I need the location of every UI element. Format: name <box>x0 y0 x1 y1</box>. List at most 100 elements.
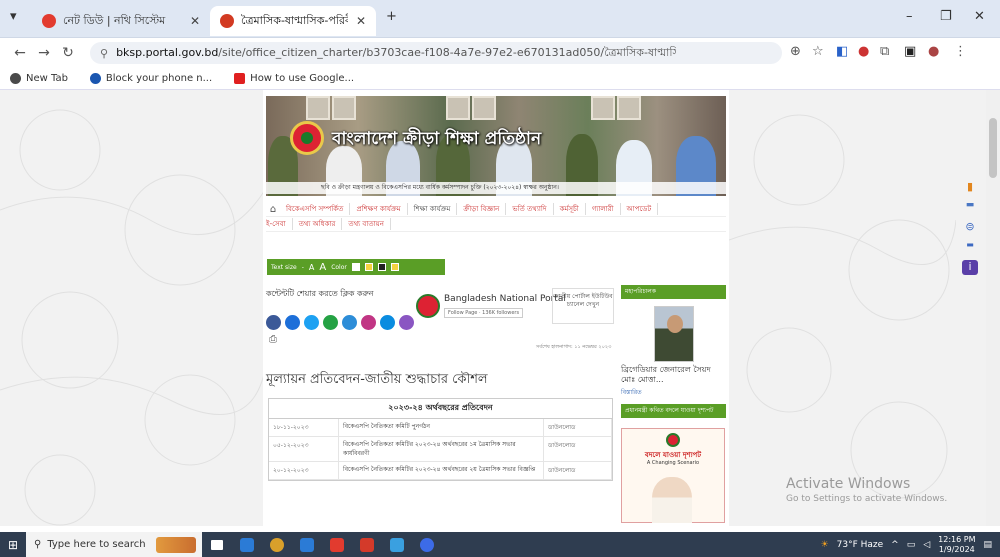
weather-text[interactable]: 73°F Haze <box>837 540 884 550</box>
facebook-share-icon[interactable] <box>266 315 281 330</box>
tray-chevron-icon[interactable]: ^ <box>891 540 899 550</box>
menu-item[interactable]: গ্যালারী <box>586 203 621 215</box>
national-portal-name[interactable]: Bangladesh National Portal <box>444 294 566 304</box>
info-icon[interactable]: i <box>962 260 978 275</box>
tab-search-icon[interactable]: ▾ <box>10 9 17 24</box>
email-share-icon[interactable] <box>380 315 395 330</box>
file-explorer-icon[interactable] <box>232 532 262 557</box>
menu-item[interactable]: আপডেট <box>621 203 659 215</box>
zoom-icon[interactable]: ⊕ <box>790 44 801 59</box>
menu-row: ই-সেবা তথ্য অধিকার তথ্য বাতায়ন <box>266 217 726 232</box>
bookmark-favicon <box>89 73 101 84</box>
minimize-button[interactable]: – <box>906 9 913 24</box>
twitter-share-icon[interactable] <box>304 315 319 330</box>
search-highlight-image <box>156 537 196 553</box>
row-title[interactable]: বিকেএসপি নৈতিকতা কমিটি পুনর্গঠন <box>339 419 544 436</box>
menu-item[interactable]: তথ্য অধিকার <box>293 218 343 230</box>
messenger-share-icon[interactable] <box>285 315 300 330</box>
volume-icon[interactable]: ◁ <box>923 540 930 550</box>
menu-kebab-icon[interactable]: ⋮ <box>954 44 967 59</box>
extension-icon[interactable]: ● <box>858 44 869 59</box>
instagram-share-icon[interactable] <box>361 315 376 330</box>
back-icon[interactable]: ← <box>8 45 32 61</box>
changing-scenario-poster[interactable]: বদলে যাওয়া দৃশ্যপট A Changing Scenario <box>621 428 725 523</box>
network-icon[interactable]: ▭ <box>907 540 916 550</box>
office-icon[interactable] <box>322 532 352 557</box>
home-icon[interactable]: ⌂ <box>266 204 280 215</box>
new-tab-button[interactable]: + <box>386 9 397 24</box>
bookmark-how-to-google[interactable]: How to use Google... <box>234 73 354 84</box>
restore-button[interactable]: ❐ <box>940 9 952 24</box>
chrome-icon[interactable] <box>262 532 292 557</box>
color-swatch-yellow[interactable] <box>364 263 373 271</box>
color-swatch-white[interactable] <box>351 263 360 271</box>
extension-icon[interactable]: ◧ <box>836 44 848 59</box>
text-size-decrease[interactable]: - <box>302 264 304 271</box>
menu-item[interactable]: শিক্ষা কার্যক্রম <box>408 203 458 215</box>
clock[interactable]: 12:16 PM 1/9/2024 <box>938 535 975 555</box>
linkedin-share-icon[interactable] <box>342 315 357 330</box>
sidepanel-icon[interactable]: ▣ <box>904 44 916 59</box>
edge-icon[interactable] <box>412 532 442 557</box>
menu-item[interactable]: কর্মসূচী <box>554 203 586 215</box>
notifications-icon[interactable]: ▤ <box>983 540 992 550</box>
chart-extension-icon[interactable]: ▮ <box>962 180 978 193</box>
menu-item[interactable]: ভর্তি তথ্যাদি <box>506 203 554 215</box>
tab-active[interactable]: ত্রৈমাসিক-ষাণ্মাসিক-পরিবীক্ষণ-মূ ✕ <box>210 6 376 36</box>
start-button[interactable]: ⊞ <box>0 538 26 552</box>
color-label: Color <box>331 263 347 271</box>
browser-tab-bar: ▾ নেট ডিউ | নথি সিস্টেম ✕ ত্রৈমাসিক-ষাণ্… <box>0 0 1000 38</box>
address-bar[interactable]: ⚲ bksp.portal.gov.bd/site/office_citizen… <box>90 42 782 64</box>
menu-item[interactable]: তথ্য বাতায়ন <box>342 218 391 230</box>
bookmark-block-phone[interactable]: Block your phone n... <box>89 73 212 84</box>
banner-photo-frame <box>446 96 470 120</box>
portal-youtube-link[interactable]: জাতীয় পোর্টাল ইউটিউব চ্যানেল দেখুন <box>552 288 614 324</box>
profile-avatar[interactable]: ● <box>928 44 939 59</box>
powerpoint-icon[interactable] <box>352 532 382 557</box>
text-size-increase[interactable]: A <box>319 262 326 273</box>
background-decoration <box>0 109 265 526</box>
app-icon[interactable] <box>382 532 412 557</box>
reload-icon[interactable]: ↻ <box>56 45 80 61</box>
site-info-icon[interactable]: ⚲ <box>100 47 108 60</box>
menu-item[interactable]: ক্রীড়া বিজ্ঞান <box>457 203 507 215</box>
bookmark-star-icon[interactable]: ☆ <box>812 44 824 59</box>
tab-close-icon[interactable]: ✕ <box>182 14 200 28</box>
forward-icon[interactable]: → <box>32 45 56 61</box>
extension-icon[interactable]: ▬ <box>962 200 978 210</box>
extension-icon[interactable]: ▬ <box>962 240 978 249</box>
tab-inactive[interactable]: নেট ডিউ | নথি সিস্টেম ✕ <box>32 6 210 36</box>
word-icon[interactable] <box>292 532 322 557</box>
whatsapp-share-icon[interactable] <box>323 315 338 330</box>
download-link[interactable]: ডাউনলোড <box>544 437 612 461</box>
facebook-follow-button[interactable]: Follow Page · 136K followers <box>444 308 524 318</box>
color-swatch-black[interactable] <box>377 263 386 271</box>
national-portal-widget[interactable]: Bangladesh National Portal Follow Page ·… <box>416 294 566 318</box>
menu-item[interactable]: প্রশিক্ষণ কার্যক্রম <box>350 203 408 215</box>
bookmark-new-tab[interactable]: New Tab <box>10 73 68 84</box>
color-swatch-yellow[interactable] <box>390 263 399 271</box>
download-link[interactable]: ডাউনলোড <box>544 462 612 479</box>
row-title[interactable]: বিকেএসপি নৈতিকতা কমিটির ২০২৩-২৪ অর্থবছরে… <box>339 437 544 461</box>
print-icon[interactable]: ⎙ <box>269 334 277 345</box>
table-row: ১৮-১১-২০২৩ বিকেএসপি নৈতিকতা কমিটি পুনর্গ… <box>269 419 612 437</box>
scrollbar[interactable] <box>986 90 1000 526</box>
close-window-button[interactable]: ✕ <box>974 9 985 24</box>
menu-item[interactable]: বিকেএসপি সম্পর্কিত <box>280 203 351 215</box>
chat-icon[interactable]: ⊜ <box>962 220 978 233</box>
taskbar-search[interactable]: ⚲ Type here to search <box>26 532 202 557</box>
text-size-normal[interactable]: A <box>309 263 314 272</box>
menu-item[interactable]: ই-সেবা <box>266 218 293 230</box>
search-placeholder: Type here to search <box>47 539 146 550</box>
bksp-logo[interactable] <box>290 121 324 155</box>
extensions-puzzle-icon[interactable]: ⧉ <box>880 44 889 59</box>
task-view-icon[interactable] <box>202 532 232 557</box>
tab-close-icon[interactable]: ✕ <box>348 14 366 28</box>
row-title[interactable]: বিকেএসপি নৈতিকতা কমিটির ২০২৩-২৪ অর্থবছরে… <box>339 462 544 479</box>
text-size-label: Text size <box>271 263 297 271</box>
banner-caption: ছবি ও ক্রীড়া মন্ত্রণালয় ও বিকেএসপির মধ… <box>266 182 726 194</box>
scrollbar-thumb[interactable] <box>989 118 997 178</box>
officer-details-link[interactable]: বিস্তারিত <box>621 387 726 398</box>
download-link[interactable]: ডাউনলোড <box>544 419 612 436</box>
more-share-icon[interactable] <box>399 315 414 330</box>
